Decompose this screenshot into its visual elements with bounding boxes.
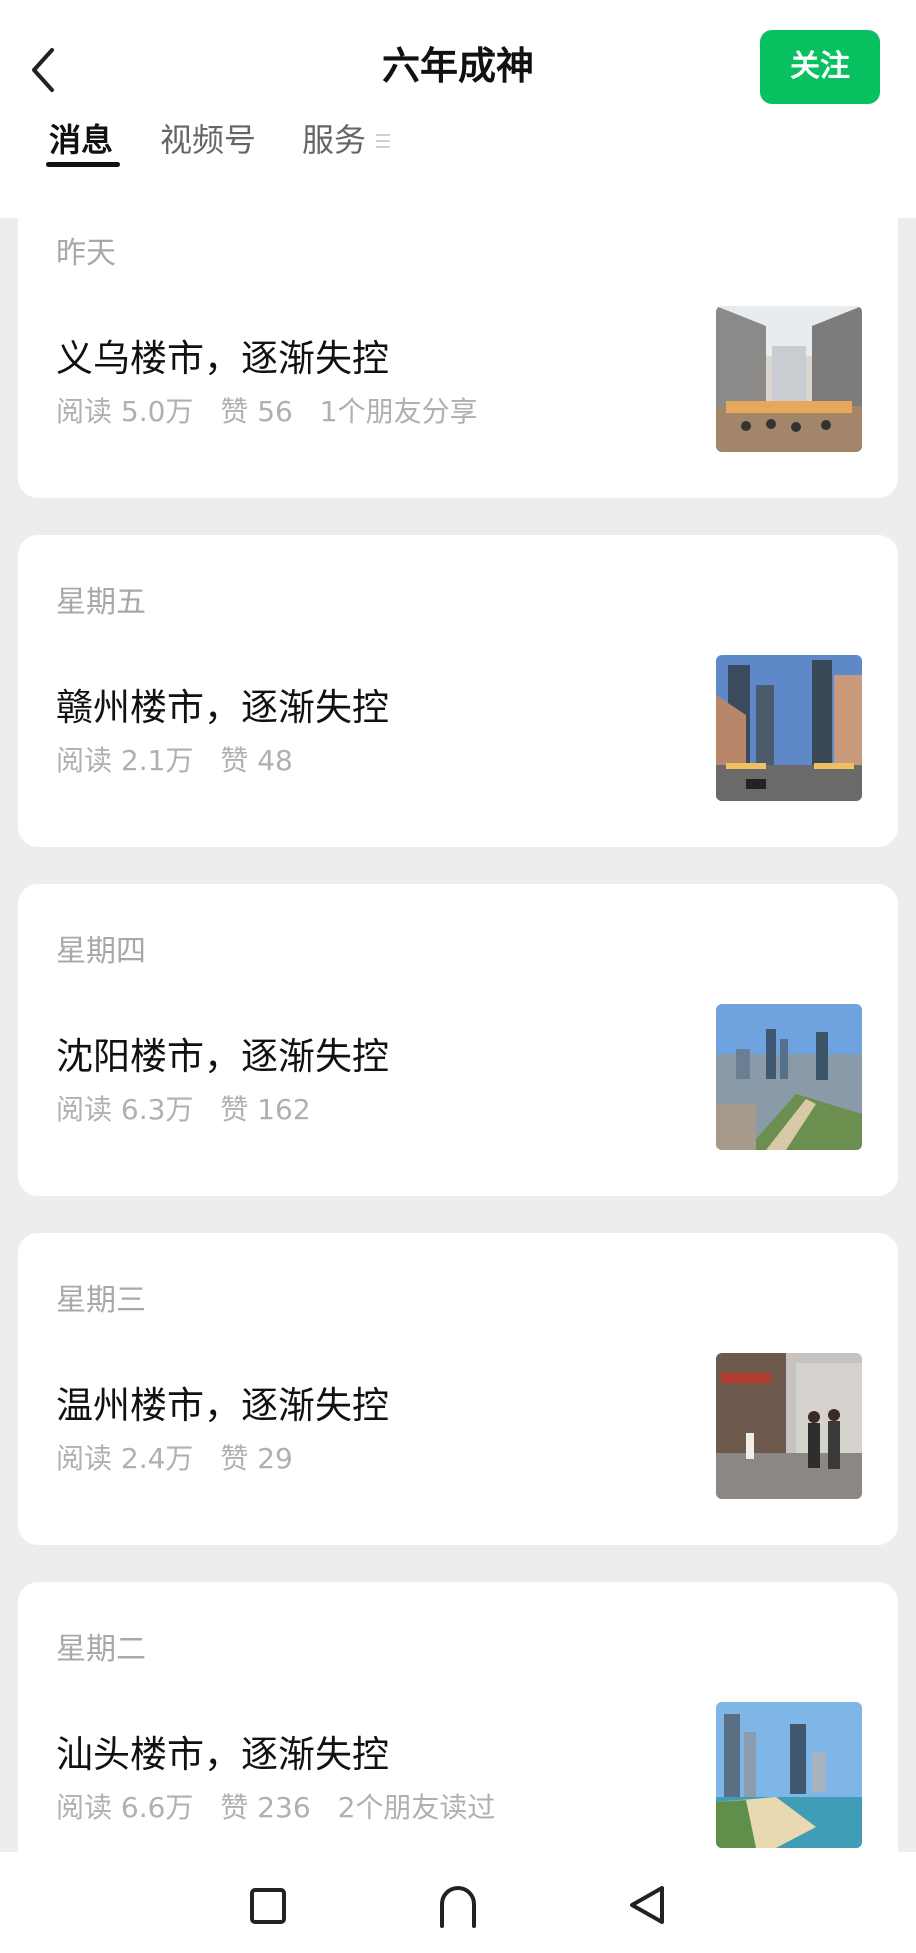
article-date: 星期五 <box>56 585 146 620</box>
read-count: 阅读 5.0万 <box>56 395 194 428</box>
social-info: 1个朋友分享 <box>319 395 478 428</box>
market-street-image[interactable] <box>716 306 862 452</box>
menu-lines-icon[interactable] <box>376 133 390 149</box>
like-count: 赞 48 <box>220 744 293 777</box>
triangle-back-icon[interactable] <box>626 1882 670 1928</box>
like-count: 赞 56 <box>220 395 293 428</box>
follow-button[interactable]: 关注 <box>760 30 880 104</box>
tab-services[interactable]: 服务 <box>302 115 366 165</box>
article-date: 昨天 <box>56 236 116 271</box>
pedestrian-street-image[interactable] <box>716 1353 862 1499</box>
article-title[interactable]: 汕头楼市，逐渐失控 <box>56 1724 389 1778</box>
social-info: 2个朋友读过 <box>337 1791 496 1824</box>
read-count: 阅读 2.1万 <box>56 744 194 777</box>
article-card[interactable]: 星期五 赣州楼市，逐渐失控 阅读 2.1万 赞 48 <box>18 535 898 847</box>
read-count: 阅读 6.3万 <box>56 1093 194 1126</box>
article-meta: 阅读 2.4万 赞 29 <box>56 1437 311 1477</box>
top-bar: 六年成神 关注 消息 视频号 服务 <box>0 0 916 218</box>
article-title[interactable]: 温州楼市，逐渐失控 <box>56 1375 389 1429</box>
article-title[interactable]: 赣州楼市，逐渐失控 <box>56 677 389 731</box>
city-aerial-image[interactable] <box>716 1004 862 1150</box>
read-count: 阅读 2.4万 <box>56 1442 194 1475</box>
article-card[interactable]: 星期三 温州楼市，逐渐失控 阅读 2.4万 赞 29 <box>18 1233 898 1545</box>
article-title[interactable]: 义乌楼市，逐渐失控 <box>56 328 389 382</box>
article-card[interactable]: 昨天 义乌楼市，逐渐失控 阅读 5.0万 赞 56 1个朋友分享 <box>18 218 898 498</box>
article-meta: 阅读 5.0万 赞 56 1个朋友分享 <box>56 390 496 430</box>
article-meta: 阅读 6.3万 赞 162 <box>56 1088 329 1128</box>
arch-icon[interactable] <box>436 1882 480 1928</box>
article-date: 星期二 <box>56 1632 146 1667</box>
tab-channels[interactable]: 视频号 <box>160 115 256 165</box>
square-icon[interactable] <box>246 1882 290 1928</box>
city-street-image[interactable] <box>716 655 862 801</box>
article-card[interactable]: 星期四 沈阳楼市，逐渐失控 阅读 6.3万 赞 162 <box>18 884 898 1196</box>
article-date: 星期三 <box>56 1283 146 1318</box>
like-count: 赞 236 <box>220 1791 311 1824</box>
article-meta: 阅读 6.6万 赞 236 2个朋友读过 <box>56 1786 513 1826</box>
like-count: 赞 162 <box>220 1093 311 1126</box>
tab-bar: 消息 视频号 服务 <box>0 115 916 175</box>
tab-messages[interactable]: 消息 <box>49 115 113 165</box>
read-count: 阅读 6.6万 <box>56 1791 194 1824</box>
article-title[interactable]: 沈阳楼市，逐渐失控 <box>56 1026 389 1080</box>
active-tab-indicator <box>46 162 120 167</box>
system-nav-bar <box>0 1852 916 1953</box>
like-count: 赞 29 <box>220 1442 293 1475</box>
article-date: 星期四 <box>56 934 146 969</box>
coastal-city-image[interactable] <box>716 1702 862 1848</box>
article-meta: 阅读 2.1万 赞 48 <box>56 739 311 779</box>
